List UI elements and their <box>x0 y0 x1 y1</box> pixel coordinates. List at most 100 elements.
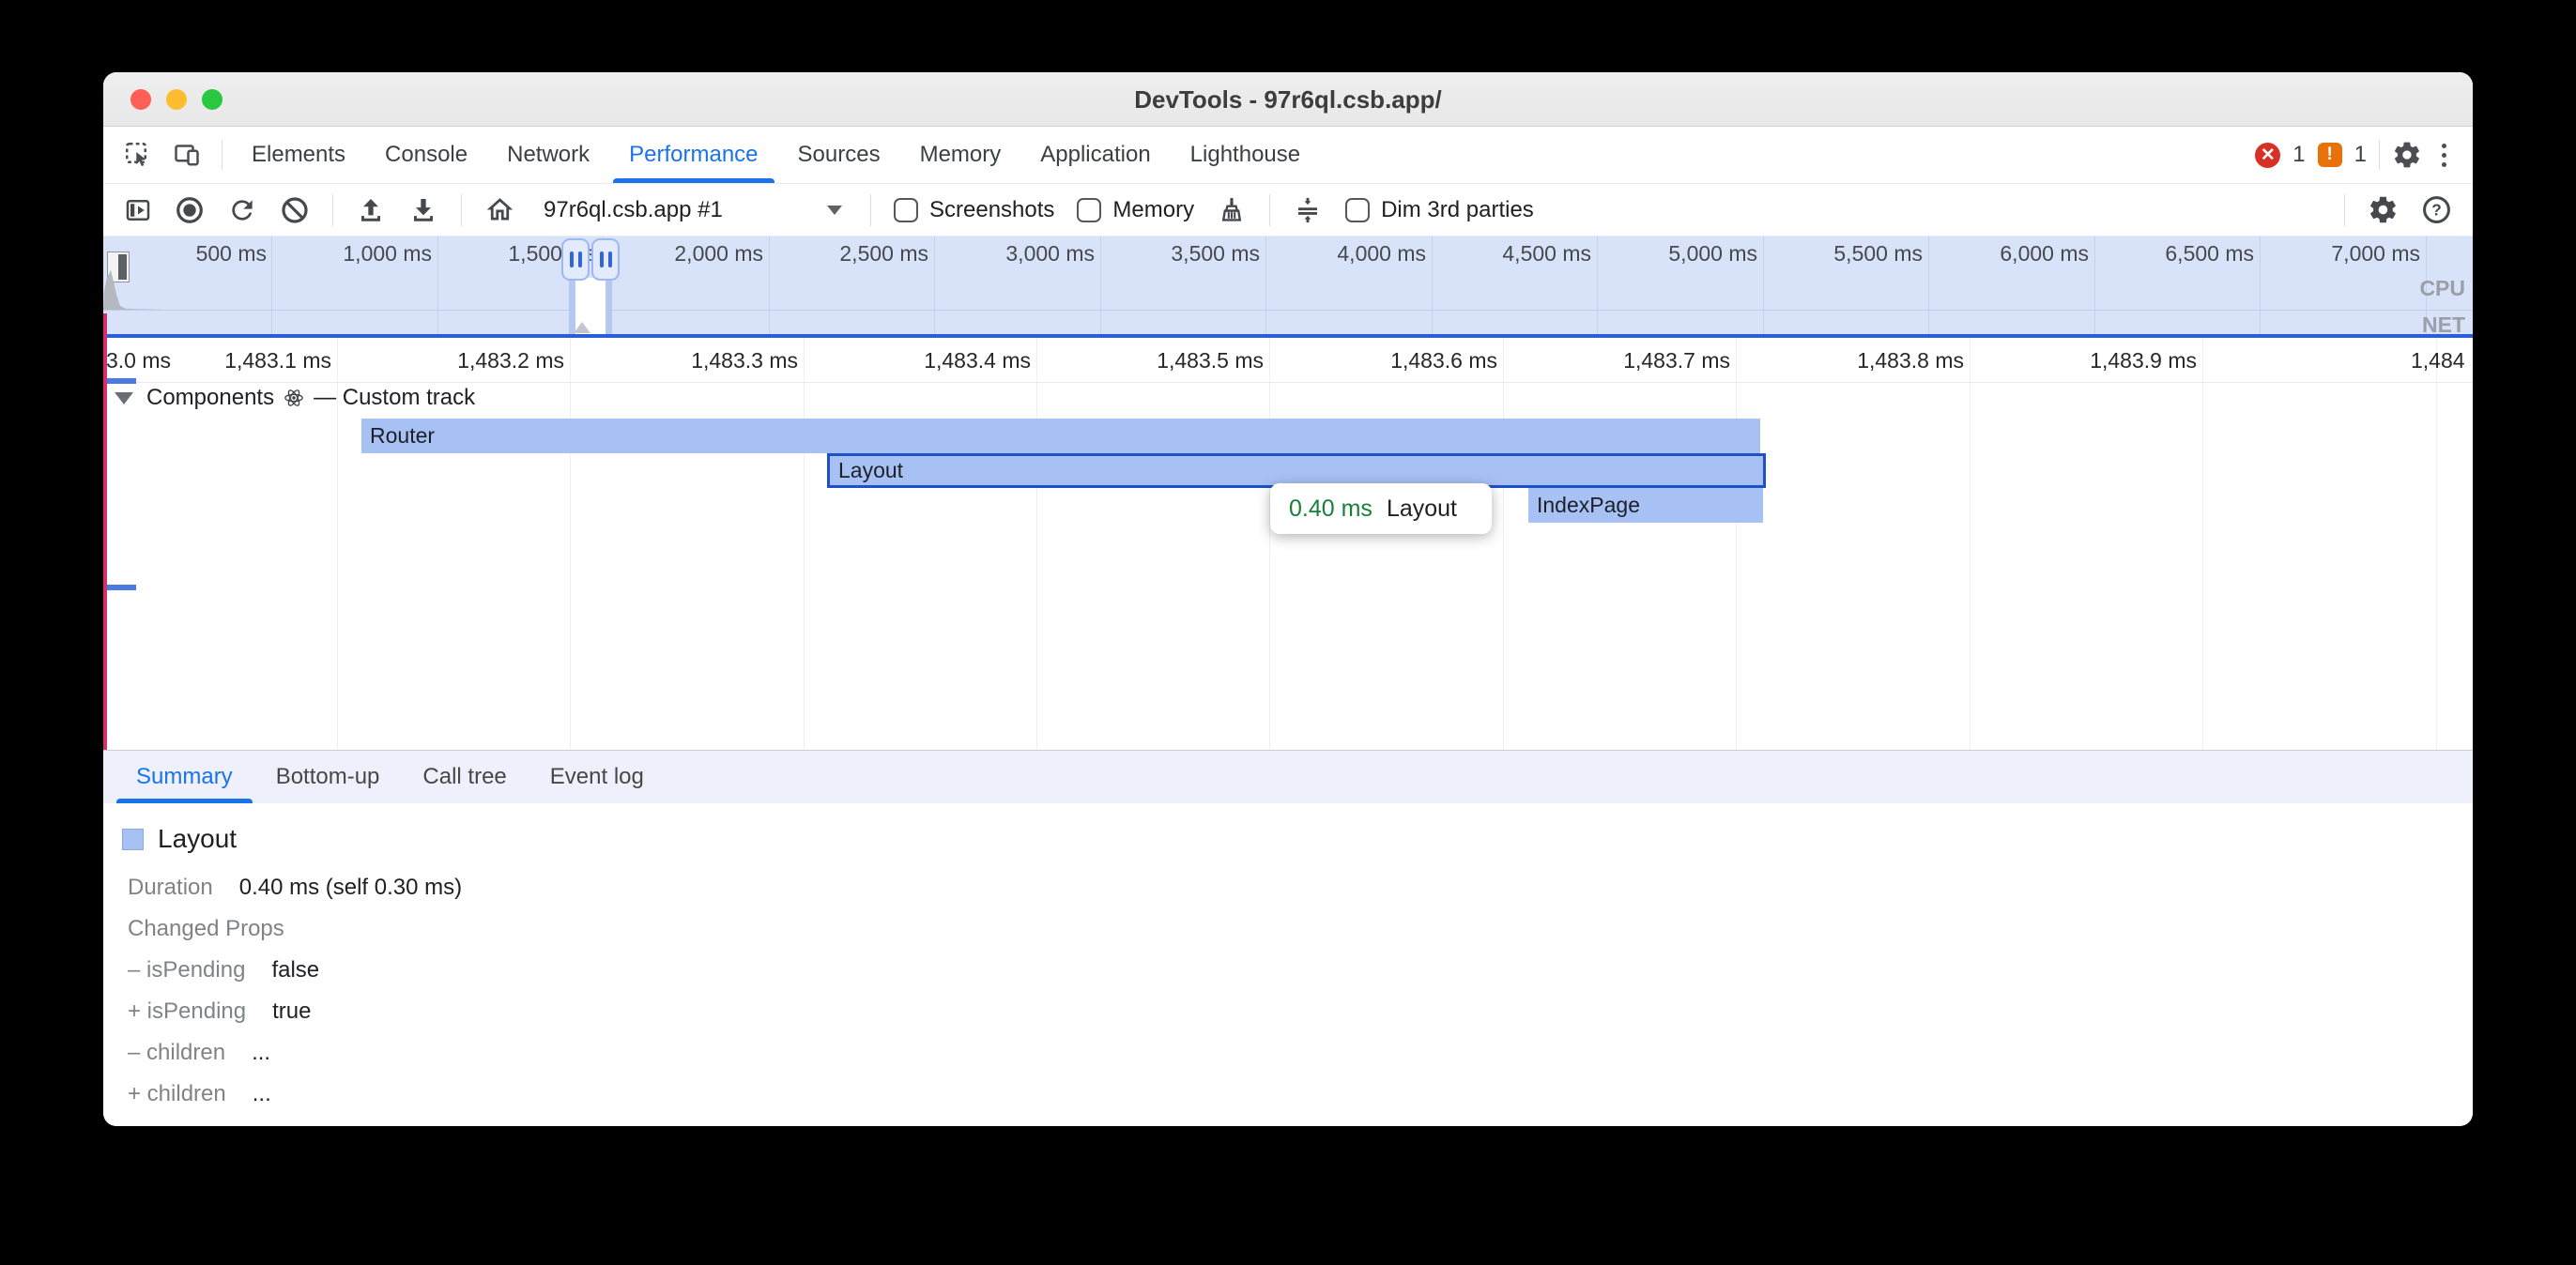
tab-console[interactable]: Console <box>365 127 487 183</box>
home-icon[interactable] <box>484 194 515 225</box>
overview-tick: 7,000 ms <box>2331 241 2420 267</box>
bottom-tabbar: Summary Bottom-up Call tree Event log <box>103 750 2473 803</box>
gridline <box>2202 338 2203 750</box>
selection-window[interactable] <box>561 236 620 334</box>
reload-icon[interactable] <box>227 195 257 225</box>
dim-3rd-parties-checkbox[interactable] <box>1345 198 1370 222</box>
divider <box>332 194 333 226</box>
error-count[interactable]: 1 <box>2292 142 2305 168</box>
memory-checkbox[interactable] <box>1077 198 1101 222</box>
summary-panel: Layout Duration 0.40 ms (self 0.30 ms) C… <box>103 803 2473 1126</box>
flame-chart-area[interactable]: 3.0 ms 1,483.1 ms 1,483.2 ms 1,483.3 ms … <box>103 338 2473 750</box>
divider <box>2344 194 2345 226</box>
target-selector[interactable]: 97r6ql.csb.app #1 <box>538 193 848 227</box>
tab-performance[interactable]: Performance <box>609 127 777 183</box>
tooltip-label: Layout <box>1387 495 1457 523</box>
summary-row-prop: – isPending false <box>120 950 2473 991</box>
tab-summary[interactable]: Summary <box>115 751 254 803</box>
help-icon[interactable]: ? <box>2421 194 2452 225</box>
download-icon[interactable] <box>408 195 438 225</box>
device-toolbar-icon[interactable] <box>173 141 201 169</box>
tab-event-log[interactable]: Event log <box>529 751 666 803</box>
tab-application[interactable]: Application <box>1020 127 1170 183</box>
summary-row-prop: – children ... <box>120 1032 2473 1074</box>
track-name: Components <box>146 385 274 411</box>
detail-tick: 1,483.5 ms <box>1157 348 1264 373</box>
screenshots-checkbox-group[interactable]: Screenshots <box>894 197 1054 223</box>
track-scroll-marker <box>105 378 136 384</box>
gridline <box>1269 338 1270 750</box>
memory-checkbox-group[interactable]: Memory <box>1077 197 1194 223</box>
detail-tick: 1,483.1 ms <box>224 348 331 373</box>
performance-toolbar: 97r6ql.csb.app #1 Screenshots Memory Dim… <box>103 184 2473 236</box>
issue-badge-icon[interactable]: ! <box>2318 143 2342 167</box>
overview-tick: 2,500 ms <box>839 241 928 267</box>
prop-label: + isPending <box>128 998 246 1025</box>
tab-bottom-up[interactable]: Bottom-up <box>254 751 402 803</box>
gridline <box>1736 338 1737 750</box>
detail-tick: 1,483.9 ms <box>2090 348 2197 373</box>
prop-value: false <box>271 957 319 983</box>
tab-network[interactable]: Network <box>487 127 609 183</box>
duration-label: Duration <box>128 875 213 901</box>
overview-tick: 2,000 ms <box>674 241 763 267</box>
custom-track-header[interactable]: Components — Custom track <box>115 385 475 411</box>
more-menu-icon[interactable] <box>2434 144 2454 167</box>
tab-memory[interactable]: Memory <box>900 127 1021 183</box>
divider <box>1269 194 1270 226</box>
prop-value: true <box>272 998 311 1025</box>
gridline <box>570 338 571 750</box>
network-band <box>103 310 2473 334</box>
changed-props-label: Changed Props <box>128 916 284 942</box>
dim-3rd-parties-label: Dim 3rd parties <box>1381 197 1534 223</box>
tab-sources[interactable]: Sources <box>778 127 900 183</box>
record-icon[interactable] <box>175 195 205 225</box>
detail-tick: 3.0 ms <box>106 348 171 373</box>
overview-tick: 500 ms <box>196 241 267 267</box>
shortcuts-icon[interactable] <box>1293 195 1323 225</box>
issue-count[interactable]: 1 <box>2354 142 2367 168</box>
overview-tick: 5,000 ms <box>1668 241 1757 267</box>
timeline-overview[interactable]: 500 ms 1,000 ms 1,500 ms 2,000 ms 2,500 … <box>103 236 2473 334</box>
detail-tick: 1,483.2 ms <box>457 348 564 373</box>
selection-handle-left[interactable] <box>561 238 590 281</box>
selection-edge-right[interactable] <box>606 278 612 334</box>
summary-title-row: Layout <box>120 824 2473 854</box>
gear-icon[interactable] <box>2392 140 2422 170</box>
overview-tick: 3,000 ms <box>1005 241 1095 267</box>
upload-icon[interactable] <box>356 195 386 225</box>
summary-title: Layout <box>158 824 237 854</box>
tab-call-tree[interactable]: Call tree <box>401 751 528 803</box>
dim-3rd-parties-checkbox-group[interactable]: Dim 3rd parties <box>1345 197 1534 223</box>
overview-tick: 6,000 ms <box>2000 241 2089 267</box>
prop-label: – children <box>128 1040 225 1066</box>
prop-label: + children <box>128 1081 226 1107</box>
flame-event-indexpage[interactable]: IndexPage <box>1528 488 1763 523</box>
detail-tick: 1,484 <box>2411 348 2465 373</box>
selection-handle-right[interactable] <box>591 238 620 281</box>
detail-tick: 1,483.4 ms <box>924 348 1031 373</box>
disclosure-triangle-icon[interactable] <box>115 392 133 404</box>
divider <box>870 194 871 226</box>
error-badge-icon[interactable]: ✕ <box>2255 143 2280 168</box>
ruler-underline <box>103 382 2473 383</box>
tab-lighthouse[interactable]: Lighthouse <box>1171 127 1320 183</box>
tab-elements[interactable]: Elements <box>232 127 365 183</box>
devtools-window: DevTools - 97r6ql.csb.app/ Elements Cons… <box>103 72 2473 1126</box>
gridline <box>2436 338 2437 750</box>
screenshots-checkbox[interactable] <box>894 198 918 222</box>
summary-rows: Duration 0.40 ms (self 0.30 ms) Changed … <box>120 867 2473 1115</box>
clear-icon[interactable] <box>280 195 310 225</box>
garbage-collect-icon[interactable] <box>1217 195 1247 225</box>
summary-row-changed-props: Changed Props <box>120 908 2473 950</box>
flame-event-router[interactable]: Router <box>361 419 1760 453</box>
overview-tick: 6,500 ms <box>2165 241 2254 267</box>
sidebar-toggle-icon[interactable] <box>124 196 152 224</box>
inspect-icon[interactable] <box>124 141 152 169</box>
gridline <box>1503 338 1504 750</box>
gear-icon[interactable] <box>2368 194 2399 225</box>
duration-value: 0.40 ms (self 0.30 ms) <box>239 875 462 901</box>
track-boundary-marker <box>103 313 107 750</box>
target-selector-value: 97r6ql.csb.app #1 <box>544 197 723 223</box>
overview-tick: 5,500 ms <box>1833 241 1923 267</box>
